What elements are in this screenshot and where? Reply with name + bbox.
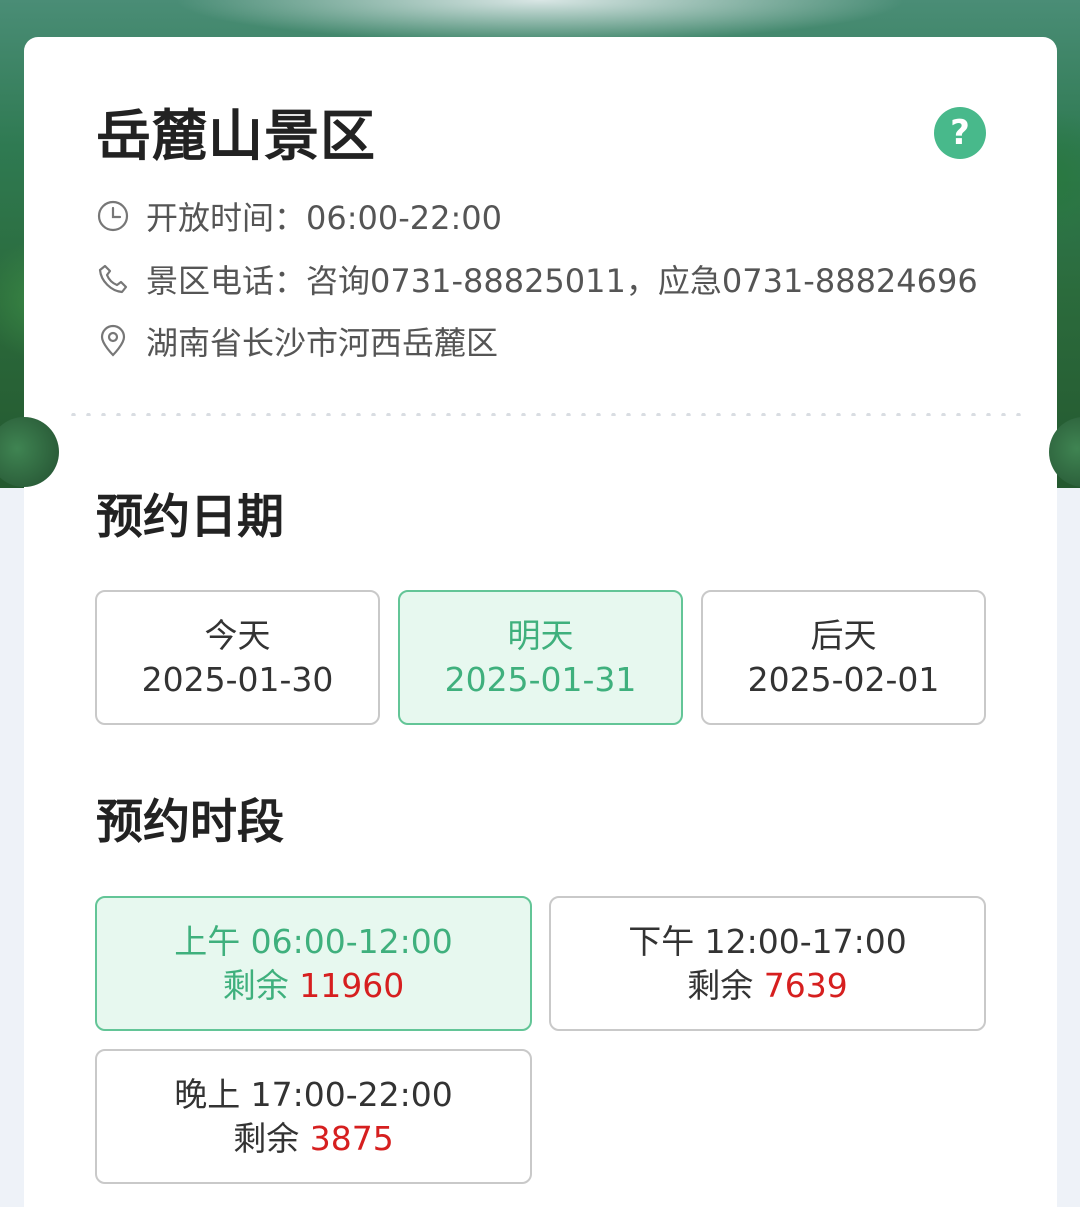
time-slot-remaining: 剩余 11960 — [223, 964, 404, 1008]
remaining-label: 剩余 — [687, 965, 754, 1005]
question-icon: ? — [950, 113, 970, 153]
location-pin-icon — [100, 324, 126, 357]
ticket-divider — [66, 413, 1026, 416]
date-option-label: 明天 — [507, 615, 574, 655]
ticket-notch-right — [1049, 417, 1080, 487]
remaining-count: 11960 — [299, 965, 405, 1005]
clock-icon — [97, 200, 129, 232]
date-option-date: 2025-01-30 — [141, 659, 334, 699]
remaining-label: 剩余 — [222, 965, 289, 1005]
time-slot-period: 晚上 17:00-22:00 — [174, 1074, 453, 1114]
date-option-date: 2025-01-31 — [444, 659, 637, 699]
help-button[interactable]: ? — [934, 107, 986, 159]
time-slot-remaining: 剩余 7639 — [687, 964, 847, 1008]
time-slot-evening[interactable]: 晚上 17:00-22:00 剩余 3875 — [95, 1049, 532, 1184]
phone-icon — [98, 264, 128, 294]
remaining-count: 3875 — [309, 1118, 394, 1158]
remaining-count: 7639 — [763, 965, 848, 1005]
time-section-title: 预约时段 — [96, 795, 284, 850]
time-slot-afternoon[interactable]: 下午 12:00-17:00 剩余 7639 — [549, 896, 986, 1031]
time-slot-period: 下午 12:00-17:00 — [628, 921, 907, 961]
ticket-notch-left — [0, 417, 59, 487]
date-option-day-after[interactable]: 后天 2025-02-01 — [701, 590, 986, 725]
date-section-title: 预约日期 — [96, 490, 284, 545]
time-slot-morning[interactable]: 上午 06:00-12:00 剩余 11960 — [95, 896, 532, 1031]
remaining-label: 剩余 — [233, 1118, 300, 1158]
time-slot-remaining: 剩余 3875 — [233, 1117, 393, 1161]
date-option-label: 后天 — [810, 615, 877, 655]
scenic-address: 湖南省长沙市河西岳麓区 — [96, 321, 499, 362]
date-option-tomorrow[interactable]: 明天 2025-01-31 — [398, 590, 683, 725]
scenic-phone-text[interactable]: 景区电话：咨询0731-88825011，应急0731-88824696 — [146, 256, 978, 302]
scenic-address-text: 湖南省长沙市河西岳麓区 — [146, 324, 499, 362]
opening-hours-text: 开放时间：06:00-22:00 — [146, 199, 502, 237]
opening-hours: 开放时间：06:00-22:00 — [96, 196, 502, 237]
page-title: 岳麓山景区 — [96, 104, 377, 168]
date-option-label: 今天 — [204, 615, 271, 655]
time-slot-period: 上午 06:00-12:00 — [174, 921, 453, 961]
date-option-today[interactable]: 今天 2025-01-30 — [95, 590, 380, 725]
scenic-phone: 景区电话：咨询0731-88825011，应急0731-88824696 — [96, 256, 978, 302]
date-option-date: 2025-02-01 — [747, 659, 940, 699]
